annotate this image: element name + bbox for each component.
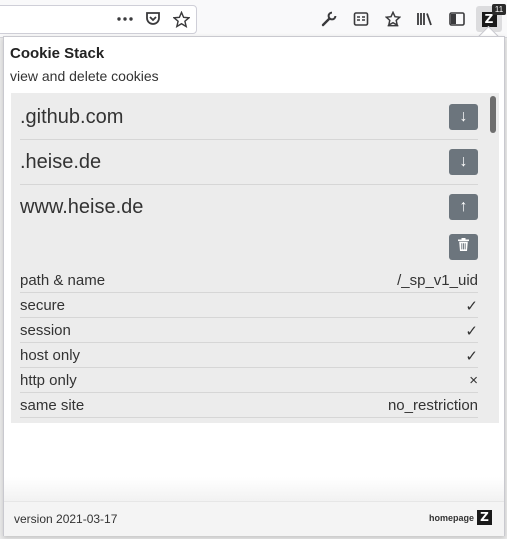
check-icon: ✓ [465, 348, 478, 365]
cookie-detail-row: path & name /_sp_v1_uid [20, 268, 478, 293]
footer-fade [4, 477, 504, 501]
detail-key: same site [20, 397, 85, 414]
detail-key: http only [20, 372, 77, 389]
bookmark-star-icon[interactable] [170, 8, 192, 30]
arrow-down-icon: ↓ [459, 108, 468, 125]
domain-row-expanded[interactable]: www.heise.de ↑ [20, 185, 478, 229]
detail-key: session [20, 322, 71, 339]
detail-key: secure [20, 297, 66, 314]
collapse-button[interactable]: ↑ [449, 194, 478, 220]
check-icon: ✓ [465, 298, 478, 315]
cookie-detail-row: host only ✓ [20, 343, 478, 368]
domain-name: .heise.de [20, 151, 102, 173]
whats-new-icon[interactable] [382, 8, 404, 30]
reader-view-icon[interactable] [350, 8, 372, 30]
browser-toolbar: Z 11 [0, 0, 507, 38]
arrow-down-icon: ↓ [459, 153, 468, 170]
delete-cookie-button[interactable] [449, 234, 478, 260]
cross-icon: × [469, 372, 478, 389]
scroll-thumb[interactable] [490, 96, 496, 133]
trash-icon [458, 238, 469, 256]
wrench-icon[interactable] [318, 8, 340, 30]
cookie-detail-row: session ✓ [20, 318, 478, 343]
expand-button[interactable]: ↓ [449, 149, 478, 175]
arrow-up-icon: ↑ [459, 198, 468, 215]
cookie-detail-row: same site no_restriction [20, 393, 478, 418]
url-bar[interactable] [0, 5, 197, 34]
popup-title: Cookie Stack [10, 45, 105, 62]
homepage-logo-icon: Z [477, 510, 492, 525]
more-actions-icon[interactable] [114, 8, 136, 30]
cookie-list: .github.com ↓ .heise.de ↓ www.heise.de ↑ [11, 93, 499, 423]
detail-value: /_sp_v1_uid [397, 272, 478, 289]
popup-footer: version 2021-03-17 homepage Z [4, 501, 504, 536]
extension-badge: 11 [492, 4, 506, 15]
detail-key: path & name [20, 272, 106, 289]
library-icon[interactable] [414, 8, 436, 30]
detail-value: no_restriction [387, 397, 478, 414]
homepage-label: homepage [428, 512, 474, 523]
domain-name: .github.com [20, 106, 124, 128]
domain-row[interactable]: .github.com ↓ [20, 95, 478, 140]
domain-name: www.heise.de [20, 196, 144, 218]
pocket-icon[interactable] [142, 8, 164, 30]
domain-row[interactable]: .heise.de ↓ [20, 140, 478, 185]
detail-key: host only [20, 347, 81, 364]
cookie-stack-popup: Cookie Stack view and delete cookies .gi… [3, 36, 505, 536]
cookie-detail-row: http only × [20, 368, 478, 393]
homepage-link[interactable]: homepage Z [429, 510, 492, 525]
cookie-detail-row: secure ✓ [20, 293, 478, 318]
check-icon: ✓ [465, 323, 478, 340]
popup-subtitle: view and delete cookies [10, 68, 159, 84]
version-label: version 2021-03-17 [14, 512, 118, 526]
expand-button[interactable]: ↓ [449, 104, 478, 130]
sidebar-icon[interactable] [446, 8, 468, 30]
scrollbar[interactable] [487, 93, 499, 423]
